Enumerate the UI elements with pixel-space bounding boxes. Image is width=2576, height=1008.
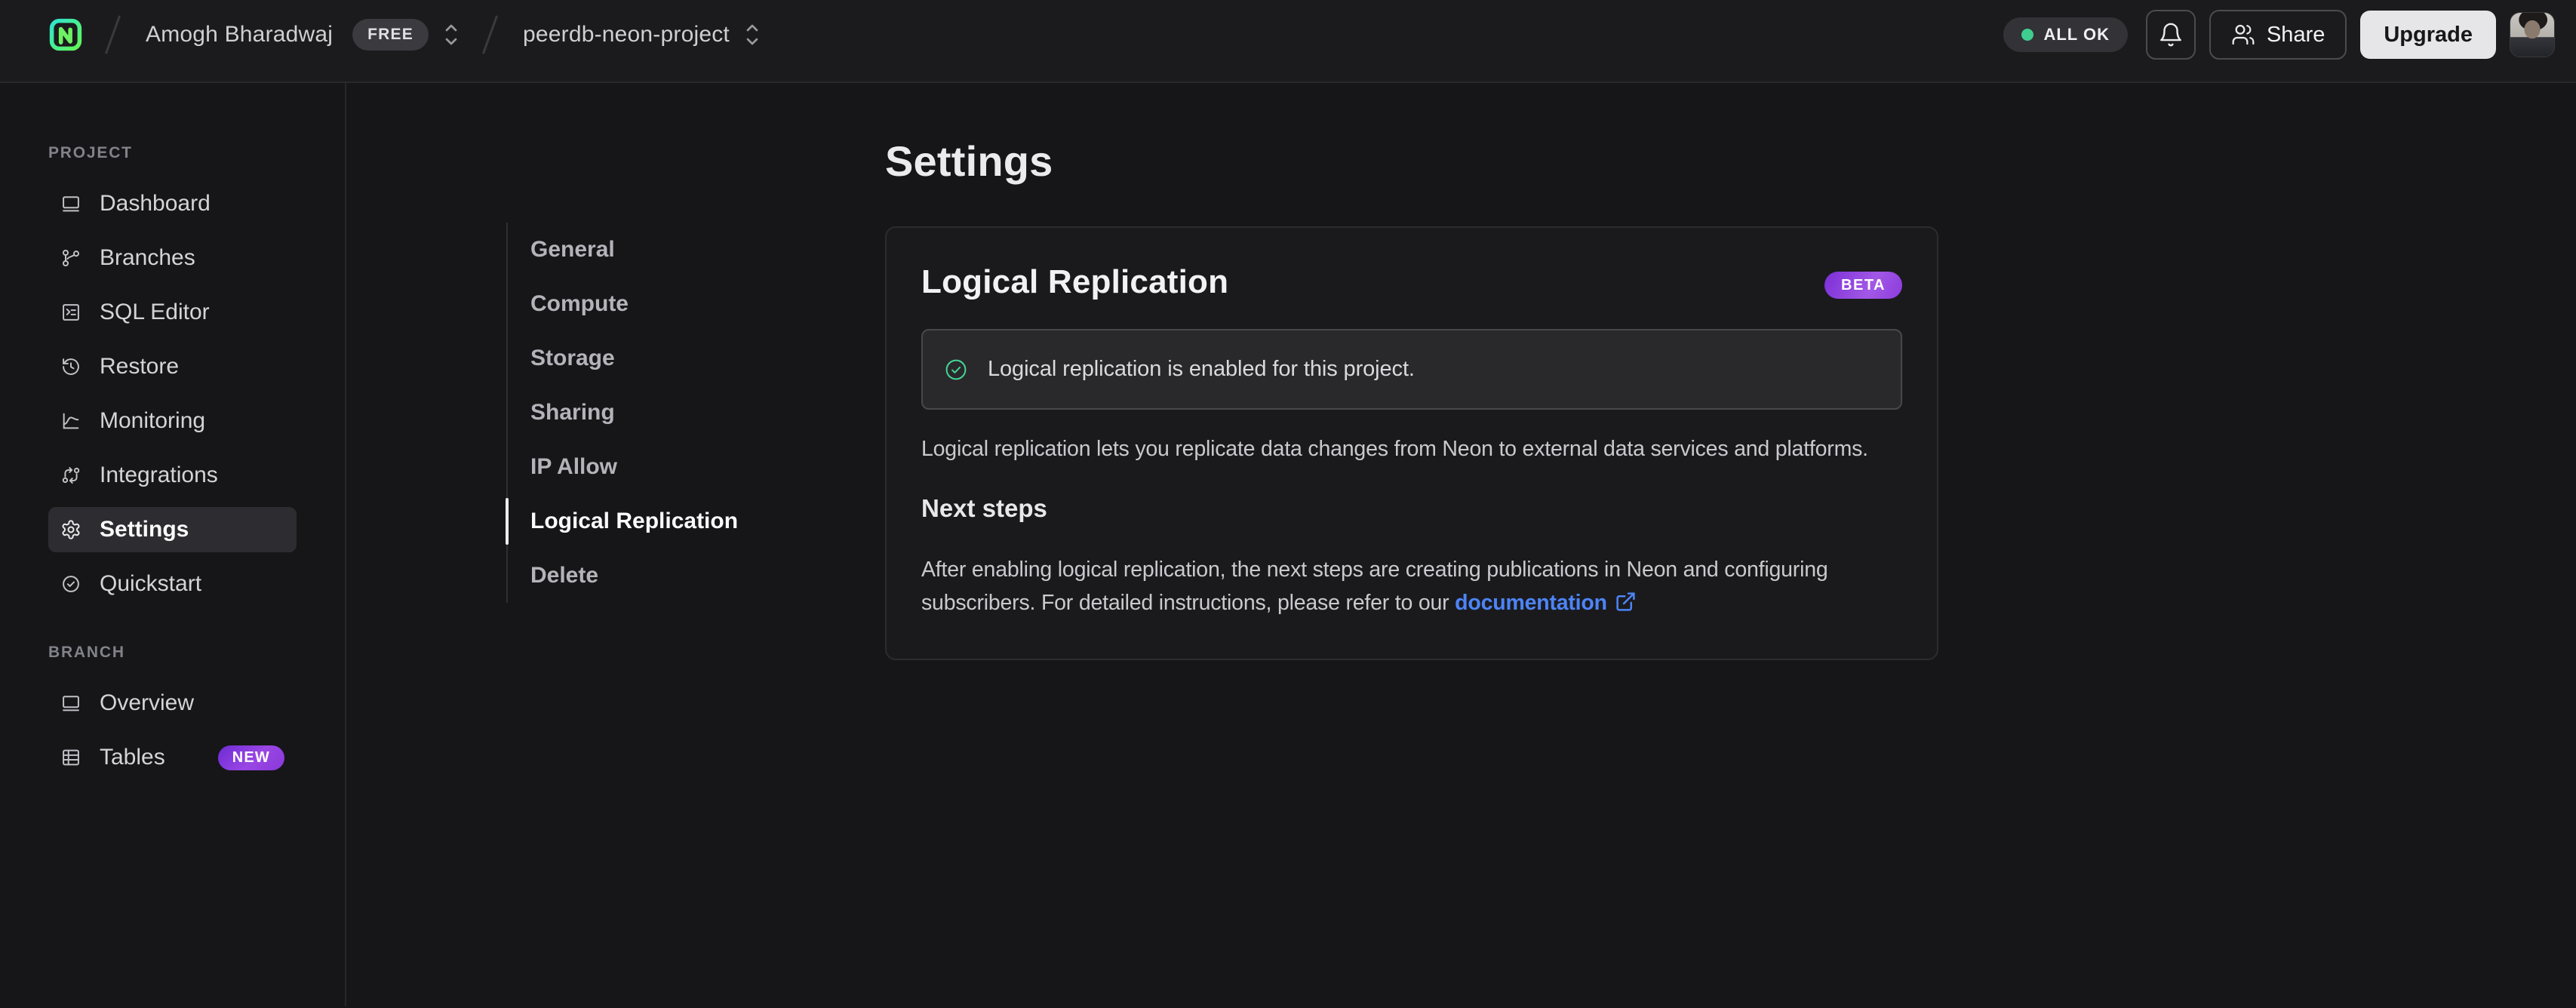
sync-arrows-icon: [62, 467, 80, 484]
window-icon: [63, 196, 79, 212]
documentation-link[interactable]: documentation: [1455, 591, 1637, 615]
sidebar-project-list: Dashboard Branches SQL Editor Restore Mo…: [48, 181, 297, 607]
sidebar-item-label: Branches: [100, 245, 195, 270]
status-label: ALL OK: [2043, 25, 2110, 44]
success-alert: Logical replication is enabled for this …: [921, 329, 1902, 410]
sidebar-item-branches[interactable]: Branches: [48, 235, 297, 281]
bell-icon: [2160, 23, 2181, 47]
settings-nav-storage[interactable]: Storage: [508, 331, 885, 386]
settings-nav: General Compute Storage Sharing IP Allow…: [506, 223, 885, 1006]
sidebar-item-label: Dashboard: [100, 191, 211, 216]
notifications-button[interactable]: [2145, 10, 2196, 60]
page-title: Settings: [885, 137, 1053, 185]
sidebar-item-label: Tables: [100, 745, 165, 770]
breadcrumb: Amogh Bharadwaj FREE peerdb-neon-project: [48, 14, 761, 55]
settings-nav-sharing[interactable]: Sharing: [508, 386, 885, 440]
card-title: Logical Replication: [921, 263, 1229, 300]
history-clock-icon: [63, 358, 79, 375]
upgrade-button[interactable]: Upgrade: [2360, 11, 2496, 59]
user-avatar[interactable]: [2510, 12, 2555, 57]
app-shell: PROJECT Dashboard Branches SQL Editor Re…: [0, 83, 2576, 1006]
external-link-icon: [1616, 592, 1635, 611]
sidebar-item-integrations[interactable]: Integrations: [48, 453, 297, 498]
sidebar-section-project: PROJECT: [48, 144, 133, 161]
sidebar-item-label: Overview: [100, 690, 195, 715]
status-dot-icon: [2021, 29, 2034, 41]
gear-icon: [62, 520, 80, 539]
new-badge: NEW: [217, 745, 284, 770]
sidebar-section-branch: BRANCH: [48, 644, 125, 661]
sidebar-item-overview[interactable]: Overview: [48, 681, 297, 726]
terminal-square-icon: [63, 304, 79, 321]
sidebar-item-label: Quickstart: [100, 571, 202, 596]
card-header: Logical Replication BETA: [921, 261, 1902, 303]
breadcrumb-separator: [481, 15, 499, 54]
sidebar: PROJECT Dashboard Branches SQL Editor Re…: [0, 83, 346, 1006]
check-circle-icon: [945, 359, 967, 380]
breadcrumb-separator: [104, 15, 121, 54]
sidebar-item-settings[interactable]: Settings: [48, 507, 297, 552]
sidebar-item-label: Restore: [100, 354, 180, 379]
users-icon: [2232, 24, 2255, 45]
share-button[interactable]: Share: [2209, 10, 2347, 60]
chevron-up-down-icon: [746, 24, 758, 45]
settings-nav-delete[interactable]: Delete: [508, 549, 885, 603]
settings-nav-logical-replication[interactable]: Logical Replication: [506, 494, 885, 549]
share-label: Share: [2266, 22, 2325, 47]
settings-content: Settings Logical Replication BETA Logica…: [885, 83, 1938, 1006]
description-text: Logical replication lets you replicate d…: [921, 437, 1868, 461]
sidebar-item-monitoring[interactable]: Monitoring: [48, 398, 297, 444]
sidebar-item-dashboard[interactable]: Dashboard: [48, 181, 297, 226]
plan-badge: FREE: [352, 19, 429, 51]
documentation-link-label: documentation: [1455, 591, 1607, 615]
table-icon: [63, 749, 79, 766]
next-steps-title: Next steps: [921, 494, 1047, 522]
settings-nav-ip-allow[interactable]: IP Allow: [508, 440, 885, 494]
settings-nav-general[interactable]: General: [508, 223, 885, 277]
chart-curve-icon: [63, 413, 79, 429]
next-steps-text: After enabling logical replication, the …: [921, 553, 1902, 619]
topbar-actions: ALL OK Share Upgrade: [2003, 10, 2555, 60]
sidebar-item-sql-editor[interactable]: SQL Editor: [48, 290, 297, 335]
main-content: General Compute Storage Sharing IP Allow…: [346, 83, 2576, 1006]
status-badge[interactable]: ALL OK: [2003, 17, 2128, 52]
account-switcher[interactable]: Amogh Bharadwaj FREE: [146, 19, 460, 51]
next-steps-text-body: After enabling logical replication, the …: [921, 558, 1828, 615]
logical-replication-card: Logical Replication BETA Logical replica…: [885, 226, 1938, 660]
neon-logo[interactable]: [48, 17, 83, 52]
sidebar-item-label: Settings: [100, 517, 189, 542]
check-circle-icon: [63, 576, 79, 592]
sidebar-item-restore[interactable]: Restore: [48, 344, 297, 389]
window-icon: [63, 696, 79, 711]
sidebar-item-tables[interactable]: Tables NEW: [48, 735, 297, 780]
sidebar-item-label: Monitoring: [100, 408, 206, 433]
account-name: Amogh Bharadwaj: [146, 22, 334, 47]
beta-badge: BETA: [1824, 272, 1902, 299]
sidebar-item-label: Integrations: [100, 463, 218, 487]
sidebar-item-label: SQL Editor: [100, 300, 210, 324]
project-name: peerdb-neon-project: [522, 22, 730, 47]
topbar: Amogh Bharadwaj FREE peerdb-neon-project…: [0, 0, 2576, 83]
settings-nav-compute[interactable]: Compute: [508, 277, 885, 331]
sidebar-branch-list: Overview Tables NEW: [48, 681, 297, 780]
sidebar-item-quickstart[interactable]: Quickstart: [48, 561, 297, 607]
alert-text: Logical replication is enabled for this …: [988, 357, 1415, 381]
git-branch-icon: [62, 249, 80, 267]
chevron-up-down-icon: [445, 24, 457, 45]
project-switcher[interactable]: peerdb-neon-project: [523, 21, 761, 48]
